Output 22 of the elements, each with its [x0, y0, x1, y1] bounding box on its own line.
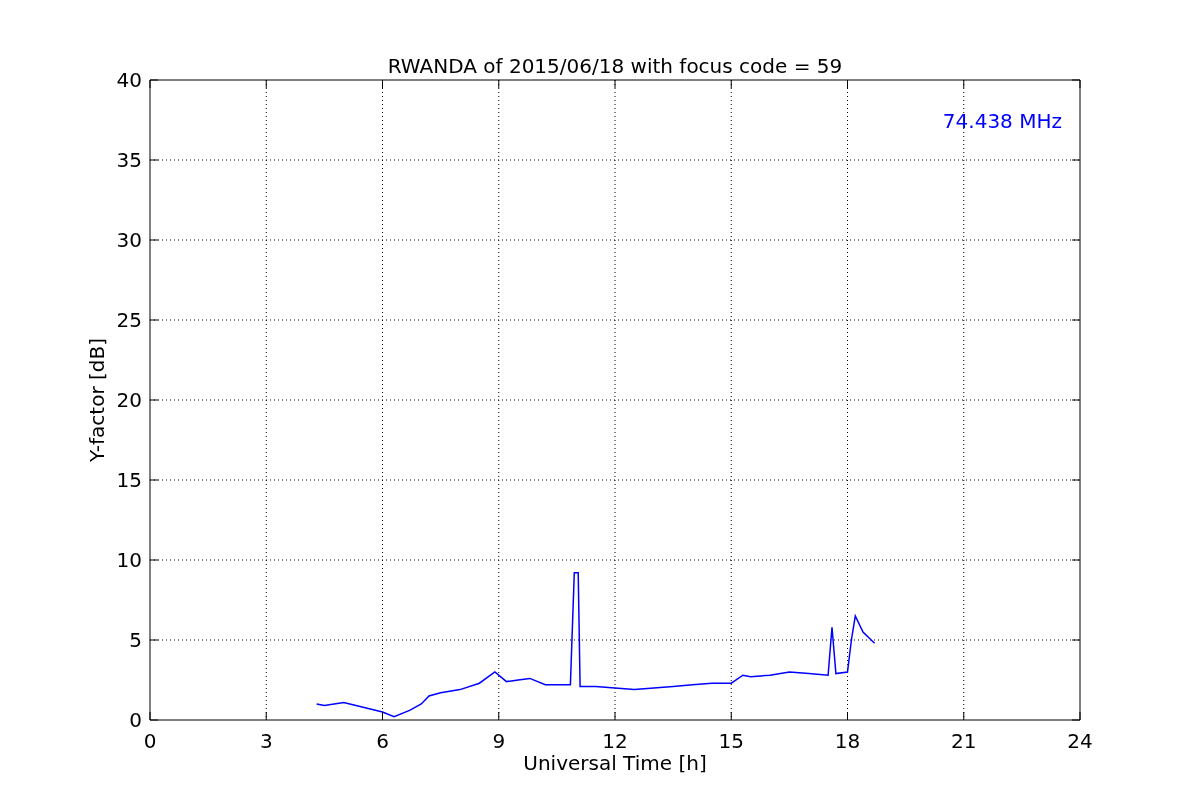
y-tick-label: 25	[116, 308, 142, 332]
x-tick-label: 9	[492, 729, 506, 753]
x-tick-label: 6	[376, 729, 389, 753]
series-label: 74.438 MHz	[942, 109, 1062, 133]
y-tick-label: 15	[116, 468, 142, 492]
x-tick-label: 0	[143, 729, 157, 753]
x-tick-label: 15	[718, 729, 744, 753]
chart-title: RWANDA of 2015/06/18 with focus code = 59	[387, 54, 843, 78]
y-tick-label: 10	[116, 548, 142, 572]
x-tick-label: 12	[602, 729, 628, 753]
x-axis-title: Universal Time [h]	[523, 751, 707, 775]
x-tick-label: 24	[1067, 729, 1093, 753]
y-tick-label: 30	[116, 228, 142, 252]
x-tick-label: 21	[951, 729, 977, 753]
x-tick-label: 3	[259, 729, 273, 753]
y-tick-label: 0	[129, 708, 142, 732]
y-tick-label: 35	[116, 148, 142, 172]
y-axis-title: Y-factor [dB]	[85, 338, 109, 462]
y-tick-label: 5	[129, 628, 142, 652]
y-tick-label: 40	[116, 68, 142, 92]
x-tick-label: 18	[834, 729, 861, 753]
y-tick-label: 20	[116, 388, 142, 412]
